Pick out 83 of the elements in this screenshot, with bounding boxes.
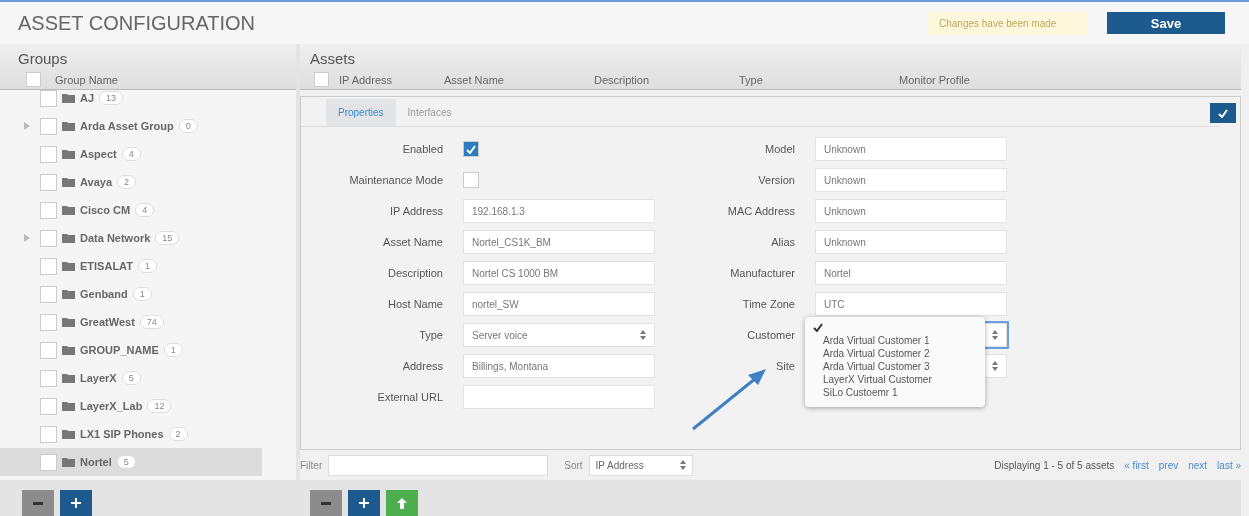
- group-row[interactable]: Cisco CM 4: [0, 196, 262, 224]
- dropdown-option[interactable]: SiLo Custoemr 1: [805, 386, 985, 399]
- count-badge: 15: [155, 231, 180, 245]
- field-label: Description: [386, 267, 443, 279]
- count-badge: 0: [178, 119, 198, 133]
- text-field[interactable]: Unknown: [815, 230, 1007, 254]
- save-button[interactable]: Save: [1107, 12, 1225, 34]
- count-badge: 1: [163, 343, 183, 357]
- pagination-link[interactable]: last »: [1217, 459, 1241, 471]
- group-row[interactable]: LayerX_Lab 12: [0, 392, 262, 420]
- sort-select[interactable]: IP Address: [588, 454, 693, 476]
- field-label: Version: [757, 174, 795, 186]
- select-field[interactable]: Server voice: [463, 323, 655, 347]
- field-label: Customer: [746, 329, 795, 341]
- field-label: Maintenance Mode: [348, 174, 443, 186]
- group-row[interactable]: Arda Asset Group 0: [0, 112, 262, 140]
- section-title: Assets: [309, 50, 356, 69]
- count-badge: 1: [132, 287, 152, 301]
- group-row[interactable]: GROUP_NAME 1: [0, 336, 262, 364]
- text-field[interactable]: nortel_SW: [463, 292, 655, 316]
- text-field[interactable]: Nortel CS 1000 BM: [463, 261, 655, 285]
- field-label: IP Address: [389, 205, 443, 217]
- field-label: Type: [418, 329, 443, 341]
- field-label: Host Name: [386, 298, 443, 310]
- text-field[interactable]: Billings, Montana: [463, 354, 655, 378]
- count-badge: 5: [116, 455, 136, 469]
- text-field[interactable]: Unknown: [815, 137, 1007, 161]
- text-field[interactable]: 192.168.1.3: [463, 199, 655, 223]
- field-label: Address: [401, 360, 443, 372]
- text-field[interactable]: Nortel_CS1K_BM: [463, 230, 655, 254]
- count-badge: 5: [121, 371, 141, 385]
- count-badge: 13: [99, 91, 124, 105]
- dropdown-option[interactable]: Arda Virtual Customer 3: [805, 360, 985, 373]
- count-badge: 4: [135, 203, 155, 217]
- dropdown-option[interactable]: Arda Virtual Customer 1: [805, 334, 985, 347]
- group-row[interactable]: Data Network 15: [0, 224, 262, 252]
- text-field[interactable]: Unknown: [815, 168, 1007, 192]
- group-row[interactable]: GreatWest 74: [0, 308, 262, 336]
- group-row[interactable]: AJ 13: [0, 90, 262, 112]
- pagination-link[interactable]: next: [1188, 459, 1208, 471]
- tab[interactable]: Interfaces: [395, 99, 464, 126]
- field-label: Enabled: [401, 143, 443, 155]
- dropdown-option[interactable]: LayerX Virtual Customer: [805, 373, 985, 386]
- group-row[interactable]: ETISALAT 1: [0, 252, 262, 280]
- text-field[interactable]: Unknown: [815, 199, 1007, 223]
- field-label: Asset Name: [382, 236, 443, 248]
- sort-label: Sort: [564, 459, 583, 471]
- group-row[interactable]: LX1 SIP Phones 2: [0, 420, 262, 448]
- changes-notice: Changes have been made: [927, 11, 1087, 35]
- field-label: Model: [764, 143, 795, 155]
- count-badge: 2: [168, 427, 188, 441]
- pagination-link[interactable]: « first: [1124, 459, 1149, 471]
- column-header[interactable]: Description: [594, 73, 739, 86]
- text-field[interactable]: UTC: [815, 292, 1007, 316]
- dropdown-option[interactable]: Arda Virtual Customer 2: [805, 347, 985, 360]
- count-badge: 1: [137, 259, 157, 273]
- field-label: Manufacturer: [729, 267, 795, 279]
- count-badge: 74: [139, 315, 164, 329]
- count-badge: 4: [121, 147, 141, 161]
- field-label: MAC Address: [726, 205, 795, 217]
- column-header[interactable]: Group Name: [55, 73, 118, 86]
- filter-label: Filter: [300, 459, 323, 471]
- tab[interactable]: Properties: [326, 99, 396, 126]
- count-badge: 2: [117, 175, 137, 189]
- group-row[interactable]: Aspect 4: [0, 140, 262, 168]
- field-label: Site: [775, 360, 795, 372]
- section-title: Groups: [17, 50, 69, 69]
- column-header[interactable]: Asset Name: [444, 73, 594, 86]
- pagination-link[interactable]: prev: [1158, 459, 1179, 471]
- group-row[interactable]: Nortel 5: [0, 448, 262, 476]
- group-row[interactable]: Genband 1: [0, 280, 262, 308]
- page-title: ASSET CONFIGURATION: [18, 11, 257, 35]
- group-row[interactable]: LayerX 5: [0, 364, 262, 392]
- count-badge: 12: [147, 399, 172, 413]
- field-label: Alias: [770, 236, 795, 248]
- column-header[interactable]: Type: [739, 73, 899, 86]
- column-header[interactable]: Monitor Profile: [899, 73, 1049, 86]
- group-row[interactable]: Avaya 2: [0, 168, 262, 196]
- text-field[interactable]: Nortel: [815, 261, 1007, 285]
- field-label: Time Zone: [741, 298, 795, 310]
- column-header[interactable]: IP Address: [339, 73, 444, 86]
- field-label: External URL: [376, 391, 443, 403]
- pagination-status: Displaying 1 - 5 of 5 assets: [994, 459, 1115, 471]
